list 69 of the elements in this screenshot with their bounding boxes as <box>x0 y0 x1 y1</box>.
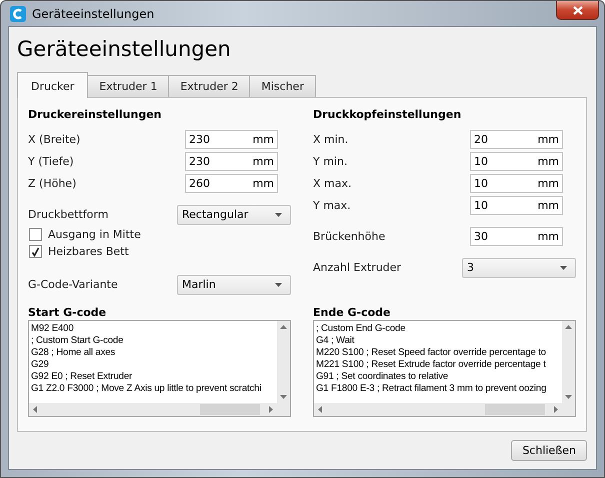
code-line: ; Custom End G-code <box>316 323 406 335</box>
code-line: G1 F1800 E-3 ; Retract filament 3 mm to prevent oozing <box>316 383 548 395</box>
field-label: X min. <box>313 133 348 146</box>
field-label: Y (Tiefe) <box>28 155 74 168</box>
field-label: Druckbettform <box>28 208 108 221</box>
code-line: ; Custom Start G-code <box>31 335 124 347</box>
code-line: M220 S100 ; Reset Speed factor override percentage to <box>316 347 547 359</box>
field-label: X max. <box>313 177 352 190</box>
field-label: G-Code-Variante <box>28 278 118 291</box>
number-field[interactable]: 10 mm <box>470 174 563 193</box>
checkbox-label: Ausgang in Mitte <box>48 228 141 241</box>
vertical-scrollbar[interactable] <box>562 321 575 403</box>
close-icon <box>572 6 582 14</box>
number-field[interactable]: 10 mm <box>470 196 563 215</box>
code-line: G92 E0 ; Reset Extruder <box>31 371 134 383</box>
caret-icon <box>275 282 282 286</box>
number-field[interactable]: 260 mm <box>185 174 278 193</box>
number-field[interactable]: 230 mm <box>185 152 278 171</box>
field-label: Y min. <box>313 155 348 168</box>
section-title: Druckereinstellungen <box>28 108 163 121</box>
tab[interactable]: Extruder 2 <box>168 75 250 97</box>
left-arrow-icon <box>33 406 37 413</box>
down-arrow-icon <box>565 395 572 399</box>
field-label: Z (Höhe) <box>28 177 76 190</box>
window-title: Geräteeinstellungen <box>32 6 154 20</box>
up-arrow-icon <box>565 325 572 329</box>
dialog-heading: Geräteeinstellungen <box>17 36 232 62</box>
section-title: Ende G-code <box>313 306 392 319</box>
field-label: Anzahl Extruder <box>313 261 402 274</box>
dropdown[interactable]: Marlin <box>177 274 291 294</box>
dropdown[interactable]: Rectangular <box>177 204 291 224</box>
close-dialog-button[interactable]: Schließen <box>511 440 587 461</box>
caret-icon <box>275 212 282 216</box>
horizontal-scrollbar[interactable] <box>29 403 290 416</box>
right-arrow-icon <box>269 406 273 413</box>
tab[interactable]: Drucker <box>17 72 88 98</box>
app-logo-icon <box>10 6 26 22</box>
code-line: G28 ; Home all axes <box>31 347 116 359</box>
field-label: X (Breite) <box>28 133 80 146</box>
left-arrow-icon <box>318 406 322 413</box>
code-line: G29 <box>31 359 50 371</box>
dropdown[interactable]: 3 <box>462 258 576 278</box>
number-field[interactable]: 230 mm <box>185 130 278 149</box>
up-arrow-icon <box>280 325 287 329</box>
code-line: G4 ; Wait <box>316 335 356 347</box>
horizontal-scrollbar[interactable] <box>314 403 575 416</box>
code-editor[interactable] <box>313 320 576 417</box>
code-line: G1 Z2.0 F3000 ; Move Z Axis up little to prevent scratchi <box>31 383 262 395</box>
code-line: G91 ; Set coordinates to relative <box>316 371 450 383</box>
caret-icon <box>560 266 567 270</box>
field-label: Brückenhöhe <box>313 230 386 243</box>
right-arrow-icon <box>554 406 558 413</box>
tab[interactable]: Mischer <box>249 75 316 97</box>
checkbox-label: Heizbares Bett <box>48 245 129 258</box>
checkbox[interactable] <box>29 228 42 241</box>
vertical-scrollbar[interactable] <box>277 321 290 403</box>
checkbox[interactable] <box>29 245 42 258</box>
code-line: M92 E400 <box>31 323 75 335</box>
tab[interactable]: Extruder 1 <box>87 75 170 97</box>
code-line: M221 S100 ; Reset Extrude factor override percentage t <box>316 359 547 371</box>
section-title: Druckkopfeinstellungen <box>313 108 462 121</box>
number-field[interactable]: 20 mm <box>470 130 563 149</box>
close-button[interactable] <box>556 1 599 20</box>
code-editor[interactable]: M92 E400 ; Custom Start G-code G28 ; Home all axes G29 G92 E0 ; Reset Extruder G1 Z2.0 F3000 ; Move Z Axis up little to prevent scratchi <box>28 320 291 417</box>
number-field[interactable]: 10 mm <box>470 152 563 171</box>
section-title: Start G-code <box>28 306 108 319</box>
down-arrow-icon <box>280 395 287 399</box>
field-label: Y max. <box>313 199 351 212</box>
number-field[interactable]: 30 mm <box>470 227 563 246</box>
